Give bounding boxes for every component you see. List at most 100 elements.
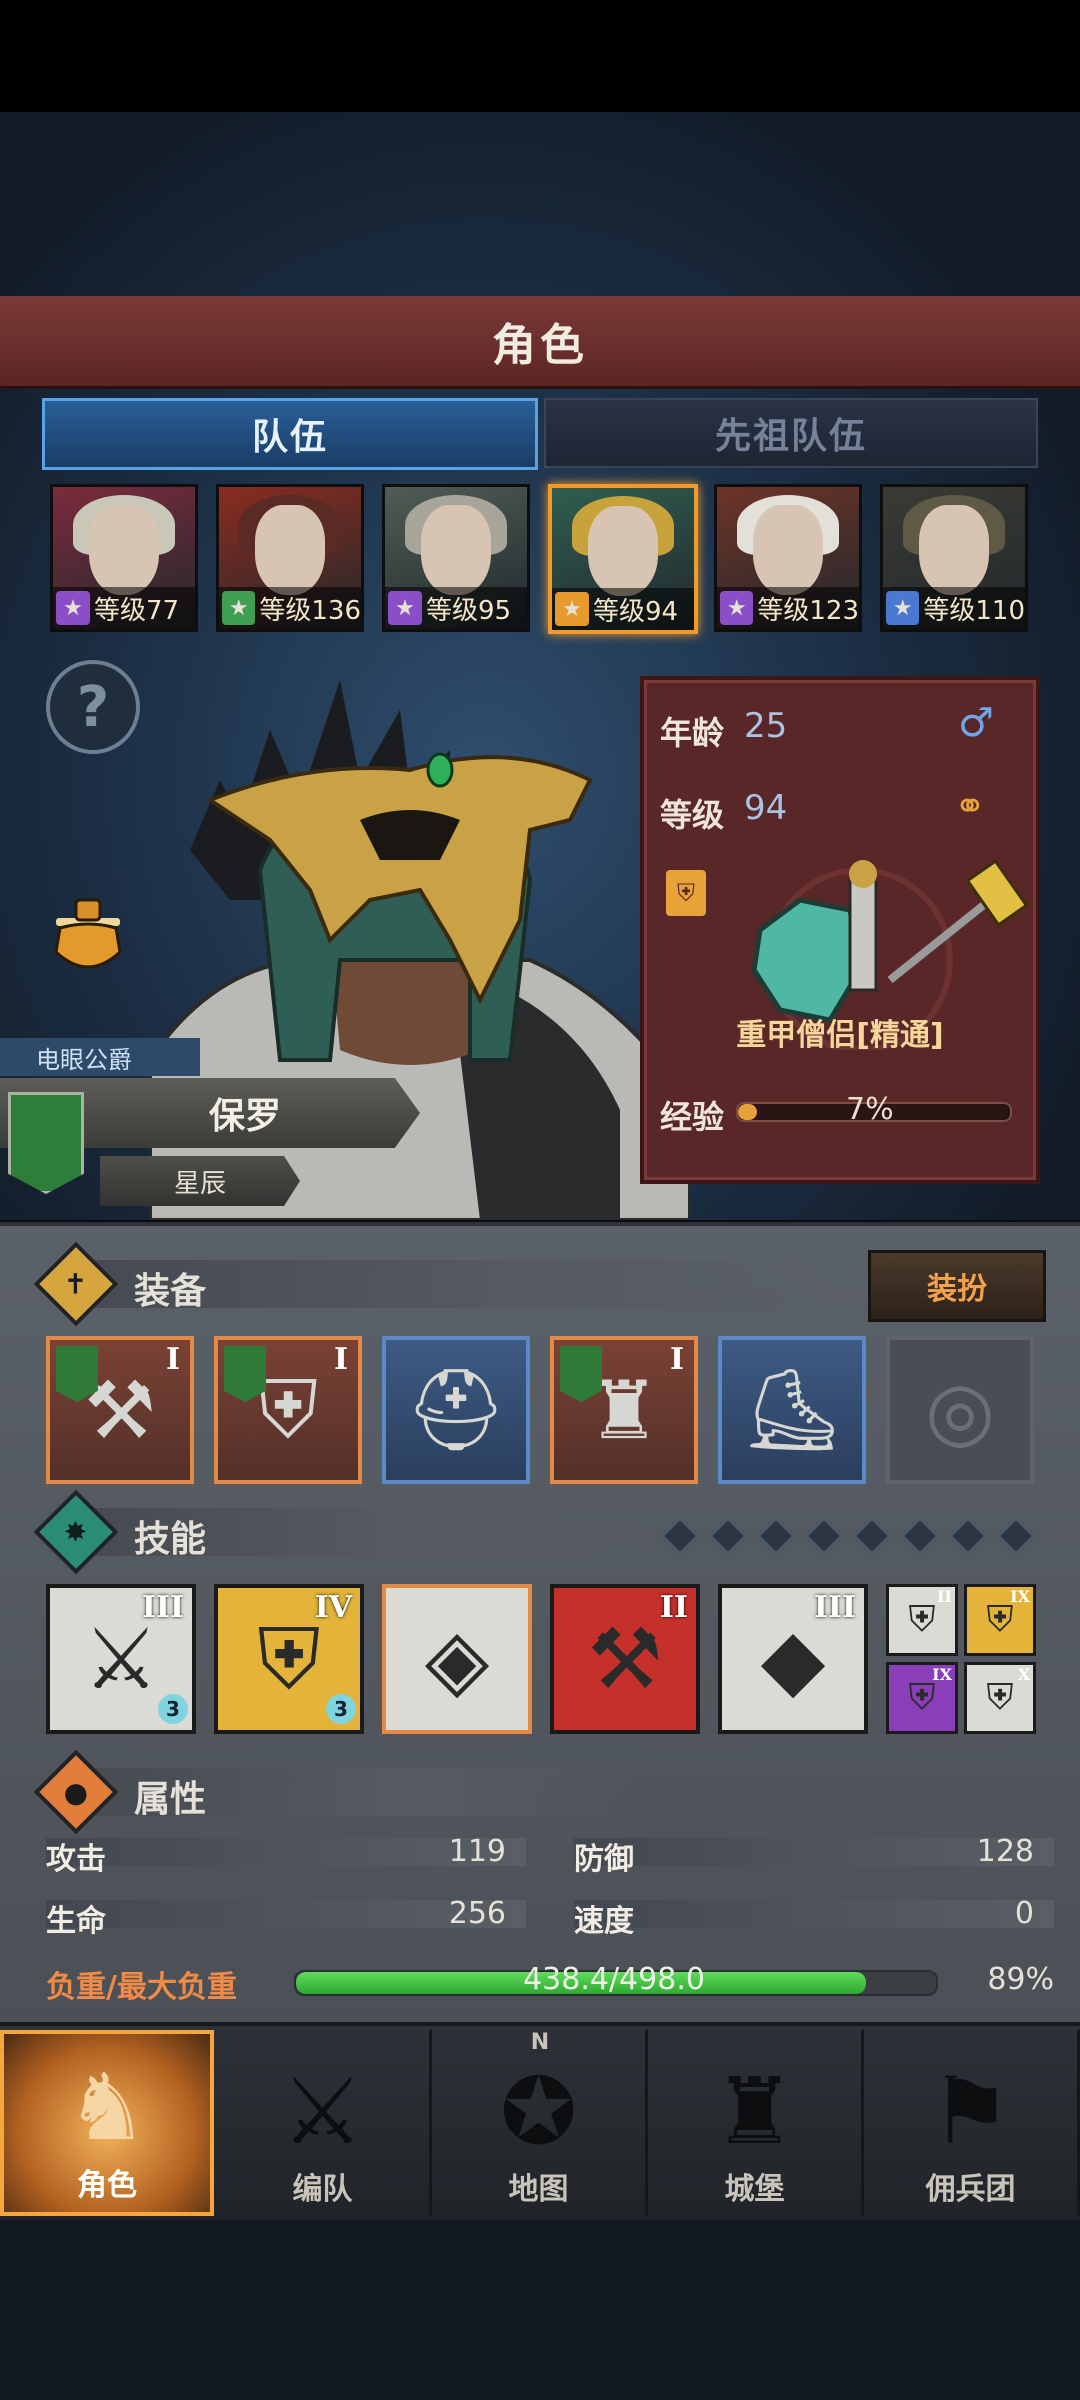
equip-slot-armor[interactable]: ♜ I <box>550 1336 698 1484</box>
helmet-icon: ⛑ <box>405 1363 507 1456</box>
party-member-level: 等级123 <box>757 595 859 626</box>
skill-tier: II <box>937 1587 952 1606</box>
ring-icon: ◎ <box>925 1363 995 1457</box>
screen-title: 角色 <box>0 296 1080 389</box>
level-label: 等级 <box>660 796 725 834</box>
party-member-level: 等级94 <box>593 596 679 627</box>
nav-icon: ⚔ <box>281 2058 364 2165</box>
hero-rank: 星辰 <box>100 1156 300 1206</box>
boots-icon: ⛸ <box>741 1363 843 1456</box>
nav-character[interactable]: ♞ 角色 <box>0 2030 214 2216</box>
nav-castle[interactable]: ♜ 城堡 <box>648 2030 864 2216</box>
skill-tier: II <box>659 1590 688 1625</box>
equip-slot-boots[interactable]: ⛸ <box>718 1336 866 1484</box>
party-member-portrait[interactable]: ★ 等级110 <box>880 484 1028 632</box>
class-badge-icon: ★ <box>222 591 256 625</box>
skill-slot[interactable]: ◆ III <box>718 1584 868 1734</box>
portrait-face <box>421 505 491 595</box>
hp-label: 生命 <box>46 1904 106 1939</box>
nav-map[interactable]: ✪ 地图 <box>432 2030 648 2216</box>
equip-slot-helmet[interactable]: ⛑ <box>382 1336 530 1484</box>
skill-tier: III <box>141 1590 184 1625</box>
potion-icon[interactable] <box>46 890 130 980</box>
passive-skill-slot[interactable]: ⛨ IX <box>964 1584 1036 1656</box>
portrait-level-bar: ★ 等级95 <box>385 587 527 629</box>
ring-icon[interactable]: ⚭ <box>954 784 986 828</box>
guild-banner-icon <box>224 1346 266 1402</box>
exp-bar-fill <box>738 1104 758 1120</box>
portrait-level-bar: ★ 等级94 <box>552 588 694 630</box>
portrait-level-bar: ★ 等级110 <box>883 587 1025 629</box>
age-label: 年龄 <box>660 714 725 752</box>
class-badge-icon: ★ <box>886 591 920 625</box>
level-value: 94 <box>744 788 788 828</box>
skill-gem-count: 3 <box>326 1694 356 1724</box>
male-gender-icon: ♂ <box>958 700 994 746</box>
class-emblem-icon: ⛨ <box>666 870 706 916</box>
attack-value: 119 <box>448 1834 506 1869</box>
passive-skill-slot[interactable]: ⛨ X <box>964 1662 1036 1734</box>
nav-icon: ✪ <box>499 2058 578 2165</box>
age-value: 25 <box>744 706 788 746</box>
class-badge-icon: ★ <box>720 591 754 625</box>
speed-value: 0 <box>1014 1896 1034 1931</box>
load-label: 负重/最大负重 <box>46 1970 237 2005</box>
defense-value: 128 <box>976 1834 1034 1869</box>
class-name: 重甲僧侣[精通] <box>736 1018 944 1053</box>
portrait-face <box>753 505 823 595</box>
hero-name[interactable]: 保罗 <box>150 1080 340 1146</box>
equip-slot-ring[interactable]: ◎ <box>886 1336 1034 1484</box>
party-member-level: 等级95 <box>426 595 512 626</box>
skill-tier: X <box>1017 1665 1030 1684</box>
party-member-portrait[interactable]: ★ 等级95 <box>382 484 530 632</box>
nav-mercenary[interactable]: ⚑ 佣兵团 <box>864 2030 1080 2216</box>
equip-slot-mace[interactable]: ⚒ I <box>46 1336 194 1484</box>
portrait-level-bar: ★ 等级123 <box>717 587 859 629</box>
party-member-portrait[interactable]: ★ 等级94 <box>548 484 698 634</box>
guild-banner-icon <box>560 1346 602 1402</box>
guild-banner-icon <box>56 1346 98 1402</box>
party-member-level: 等级110 <box>923 595 1025 626</box>
class-badge-icon: ★ <box>388 591 422 625</box>
class-badge-icon: ★ <box>56 591 90 625</box>
skill-tier: IX <box>1010 1587 1030 1606</box>
nav-icon: ♞ <box>65 2054 149 2161</box>
speed-label: 速度 <box>574 1904 634 1939</box>
portrait-level-bar: ★ 等级77 <box>53 587 195 629</box>
equip-slot-shield[interactable]: ⛨ I <box>214 1336 362 1484</box>
hp-value: 256 <box>448 1896 506 1931</box>
skill-slot[interactable]: ⚒ II <box>550 1584 700 1734</box>
skill-slot[interactable]: ⚔ III 3 <box>46 1584 196 1734</box>
party-member-portrait[interactable]: ★ 等级136 <box>216 484 364 632</box>
passive-skill-slot[interactable]: ⛨ II <box>886 1584 958 1656</box>
nav-icon: ♜ <box>713 2058 796 2165</box>
skill-slot[interactable]: ◈ <box>382 1584 532 1734</box>
status-bar-area <box>0 0 1080 112</box>
help-button[interactable]: ? <box>46 660 140 754</box>
party-member-portrait[interactable]: ★ 等级123 <box>714 484 862 632</box>
party-member-level: 等级136 <box>259 595 361 626</box>
skill-gem-count: 3 <box>158 1694 188 1724</box>
tab-team[interactable]: 队伍 <box>42 398 538 470</box>
class-badge-icon: ★ <box>555 592 589 626</box>
passive-skill-slot[interactable]: ⛨ IX <box>886 1662 958 1734</box>
attack-label: 攻击 <box>46 1842 106 1877</box>
hero-title-tag: 电眼公爵 <box>0 1038 200 1076</box>
nav-formation[interactable]: ⚔ 编队 <box>216 2030 432 2216</box>
portrait-level-bar: ★ 等级136 <box>219 587 361 629</box>
portrait-face <box>255 505 325 595</box>
party-member-level: 等级77 <box>94 595 180 626</box>
skill-slot[interactable]: ⛨ IV 3 <box>214 1584 364 1734</box>
tier-label: I <box>165 1342 180 1377</box>
nav-label: 角色 <box>77 2168 137 2203</box>
skills-title: 技能 <box>134 1519 207 1560</box>
nav-icon: ⚑ <box>929 2058 1012 2165</box>
bottom-background <box>0 2220 1080 2400</box>
nav-label: 编队 <box>292 2172 353 2207</box>
skill-tier: IX <box>932 1665 952 1684</box>
dress-up-button[interactable]: 装扮 <box>868 1250 1046 1322</box>
attributes-title: 属性 <box>134 1779 207 1820</box>
party-member-portrait[interactable]: ★ 等级77 <box>50 484 198 632</box>
tab-ancestor-team[interactable]: 先祖队伍 <box>544 398 1038 468</box>
defense-label: 防御 <box>574 1842 634 1877</box>
